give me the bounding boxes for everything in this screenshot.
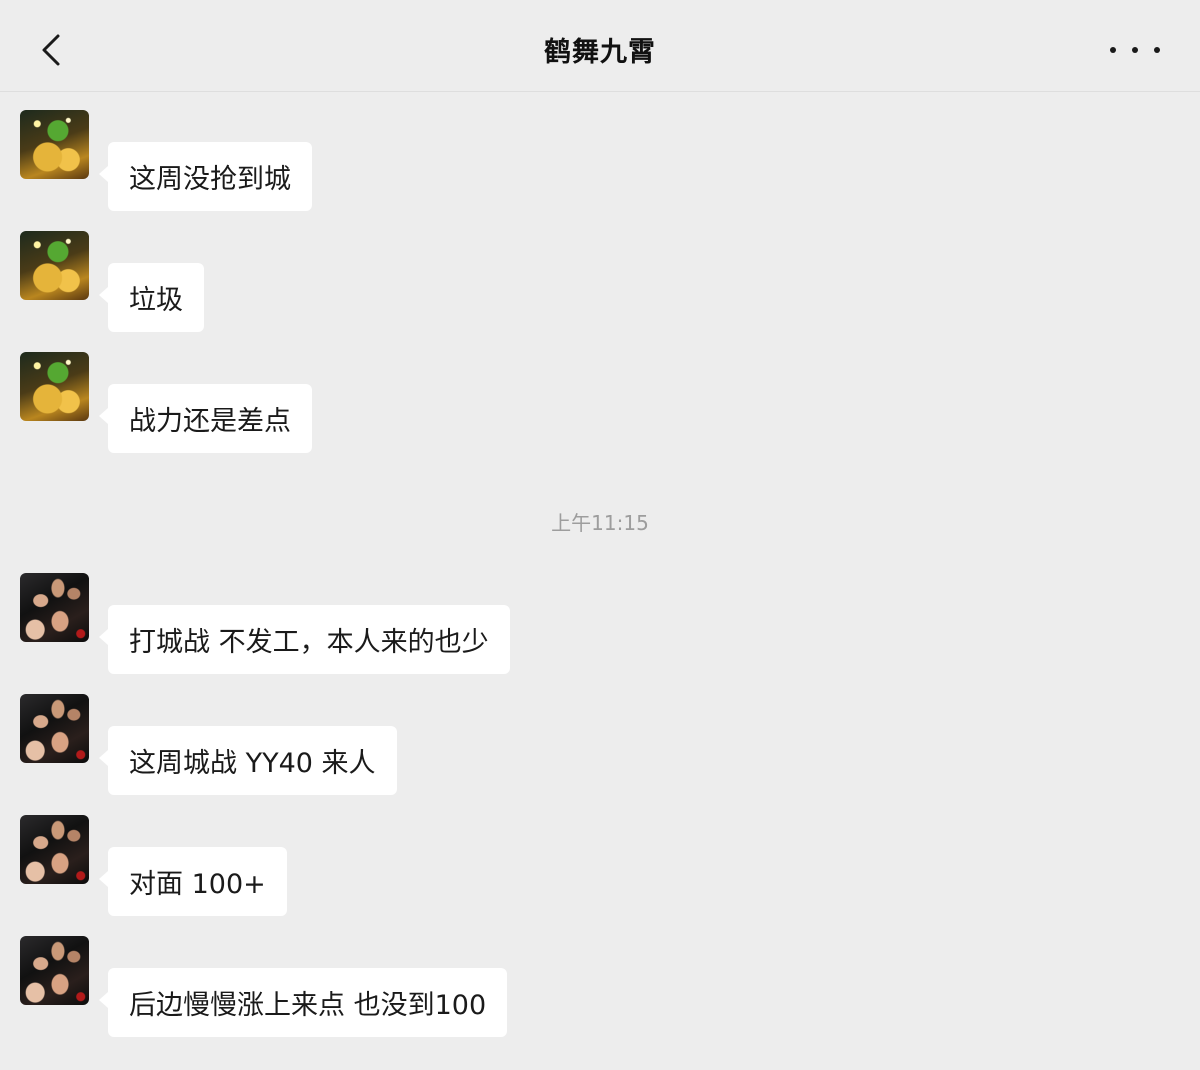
message-bubble[interactable]: 对面 100+ <box>99 847 287 916</box>
message-bubble[interactable]: 这周没抢到城 <box>99 142 312 211</box>
gold-avatar[interactable] <box>20 352 89 421</box>
message-bubble[interactable]: 战力还是差点 <box>99 384 312 453</box>
message-bubble[interactable]: 后边慢慢涨上来点 也没到100 <box>98 968 508 1037</box>
more-dots-icon <box>1132 47 1138 53</box>
message-bubble[interactable]: 垃圾 <box>99 263 204 332</box>
more-dots-icon <box>1154 47 1160 53</box>
message-timestamp: 上午11:15 <box>551 511 649 535</box>
group-avatar[interactable] <box>20 694 89 763</box>
more-button[interactable] <box>1110 38 1160 62</box>
message-bubble[interactable]: 打城战 不发工，本人来的也少 <box>99 605 510 674</box>
more-dots-icon <box>1110 47 1116 53</box>
message-bubble[interactable]: 这周城战 YY40 来人 <box>99 726 397 795</box>
chat-title: 鹤舞九霄 <box>544 37 656 68</box>
gold-avatar[interactable] <box>20 110 89 179</box>
group-avatar[interactable] <box>20 573 89 642</box>
chat-header: 鹤舞九霄 <box>0 0 1200 92</box>
group-avatar[interactable] <box>20 936 89 1005</box>
gold-avatar[interactable] <box>20 231 89 300</box>
group-avatar[interactable] <box>20 815 89 884</box>
